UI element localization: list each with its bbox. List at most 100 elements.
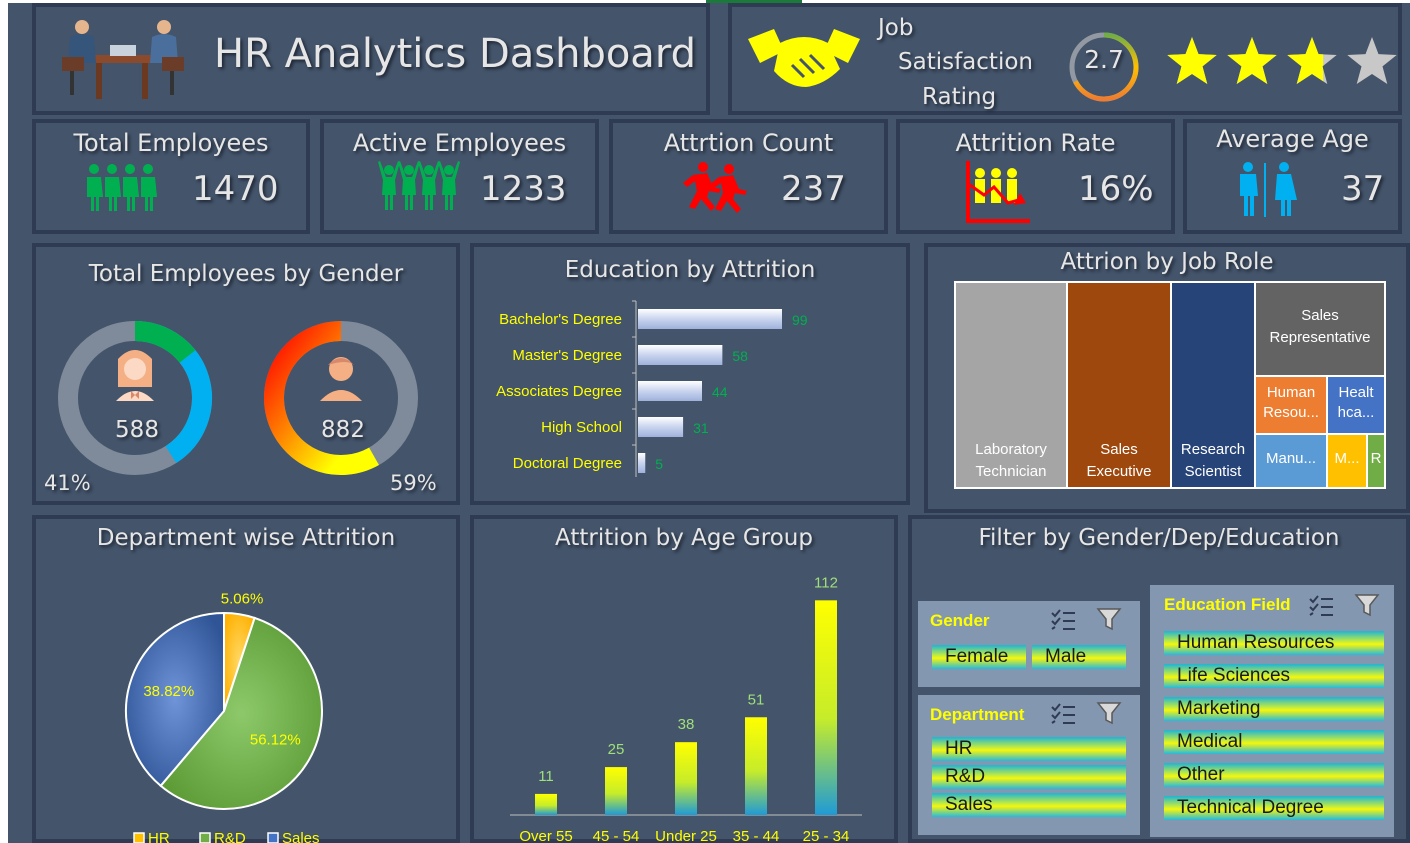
gender-slicer: Gender Female Male [918,601,1140,687]
legend-swatch [133,832,145,843]
legend-label: Sales [282,830,320,843]
kpi-card-total-employees: Total Employees 1470 [32,119,310,234]
treemap-tile-label: R [1370,450,1382,467]
treemap-tile-label: Scientist [1184,463,1242,480]
treemap-tile-label: Human [1266,384,1316,401]
people-group-icon [87,164,157,211]
department-option-rnd[interactable]: R&D [932,765,1126,789]
clear-filter-icon[interactable] [1096,701,1122,725]
clear-filter-icon[interactable] [1354,593,1380,617]
male-percent: 59% [390,471,437,495]
treemap-tile: Research Scientist [1172,283,1254,487]
education-value-label: 44 [712,384,728,400]
education-field-option[interactable]: Medical [1164,730,1384,754]
age-bar [675,742,697,815]
kpi-title: Attrition Rate [955,129,1116,157]
education-bar [638,381,702,401]
jobrole-treemap: Laboratory Technician Sales Executive Resear… [954,281,1386,489]
education-field-option[interactable]: Human Resources [1164,631,1384,655]
multi-select-icon[interactable] [1050,609,1076,631]
gender-slicer-header: Gender [930,611,990,630]
education-bar [638,309,782,329]
department-slicer-header: Department [930,705,1025,724]
satisfaction-label-3: Rating [922,84,997,110]
dashboard-title: HR Analytics Dashboard [214,31,696,77]
treemap-tile-label: Resou... [1263,404,1319,421]
treemap-tile: M... [1328,435,1366,487]
gender-option-female[interactable]: Female [932,645,1026,669]
kpi-card-active-employees: Active Employees 1233 [320,119,599,234]
age-value-label: 25 [608,741,625,758]
satisfaction-label-1: Job [878,15,914,41]
education-value-label: 99 [792,312,808,328]
star-rating [1164,31,1397,91]
age-category-label: Under 25 [655,828,717,843]
age-category-label: 35 - 44 [733,828,780,843]
age-value-label: 51 [748,691,765,708]
treemap-tile-label: Technician [975,463,1047,480]
gender-panel: Total Employees by Gender 588 882 41% 59… [32,243,460,505]
treemap-tile-label: Healt [1338,384,1374,401]
department-option-sales[interactable]: Sales [932,793,1126,817]
kpi-title: Average Age [1216,125,1369,153]
kpi-value: 1233 [480,169,567,209]
multi-select-icon[interactable] [1050,703,1076,725]
department-option-hr[interactable]: HR [932,737,1126,761]
education-bar [638,453,646,473]
running-people-icon [683,162,747,213]
star-icon [1347,37,1397,84]
education-field-option[interactable]: Life Sciences [1164,664,1384,688]
education-field-option[interactable]: Marketing [1164,697,1384,721]
star-icon [1287,37,1337,84]
treemap-tile-label: Representative [1269,329,1371,346]
age-bar [605,767,627,815]
kpi-value: 37 [1341,169,1385,209]
kpi-title: Attrtion Count [663,129,834,157]
education-value-label: 58 [732,348,748,364]
jobrole-panel: Attrion by Job Role Laboratory Technician… [924,243,1410,513]
education-bar [638,417,684,437]
pie-data-label: 38.82% [143,683,194,700]
education-field-slicer-header: Education Field [1164,595,1291,614]
age-bar [815,600,837,815]
age-category-label: 25 - 34 [803,828,850,843]
female-avatar-icon [116,350,154,401]
treemap-tile-label: Manu... [1265,450,1317,467]
age-value-label: 38 [678,716,695,733]
female-count: 588 [115,417,159,443]
header-panel: HR Analytics Dashboard [32,3,710,115]
filter-panel: Filter by Gender/Dep/Education Gender Fe… [908,515,1410,843]
kpi-card-attrition-count: Attrtion Count 237 [609,119,888,234]
education-category-label: Bachelor's Degree [499,311,622,328]
treemap-tile-label: Research [1180,441,1246,458]
age-group-bar-chart: 11 Over 55 25 45 - 54 38 Under 25 51 35 - 44 112… [510,574,862,843]
gender-option-male[interactable]: Male [1032,645,1126,669]
satisfaction-panel: Job Satisfaction Rating 2.7 [728,3,1402,115]
legend-label: R&D [214,830,246,843]
treemap-tile-label: Sales [1100,441,1138,458]
education-value-label: 31 [693,420,709,436]
age-group-panel: Attrition by Age Group 11 Over 55 25 45 - 5… [470,515,898,843]
education-category-label: High School [541,419,622,436]
education-field-option[interactable]: Technical Degree [1164,796,1384,820]
department-pie-chart: 5.06% 56.12% 38.82% HR R&D Sales [125,590,323,843]
treemap-tile-label: hca... [1337,404,1375,421]
kpi-value: 237 [781,169,846,209]
handshake-icon [748,29,860,87]
treemap-tile: R [1368,435,1384,487]
multi-select-icon[interactable] [1308,595,1334,617]
satisfaction-value: 2.7 [1084,45,1124,74]
treemap-tile: Manu... [1256,435,1326,487]
filter-title: Filter by Gender/Dep/Education [978,525,1340,551]
treemap-tile: Sales Representative [1256,283,1384,375]
legend-swatch [199,832,211,843]
treemap-tile: Healt hca... [1328,377,1384,433]
clear-filter-icon[interactable] [1096,607,1122,631]
office-meeting-illustration [62,20,184,99]
education-field-slicer: Education Field Human Resources Life Sci… [1150,585,1394,837]
education-field-option[interactable]: Other [1164,763,1384,787]
department-slicer: Department HR R&D Sales [918,695,1140,835]
age-chart-title: Attrition by Age Group [555,525,813,551]
education-value-label: 5 [655,456,663,472]
treemap-tile-label: Executive [1086,463,1152,480]
